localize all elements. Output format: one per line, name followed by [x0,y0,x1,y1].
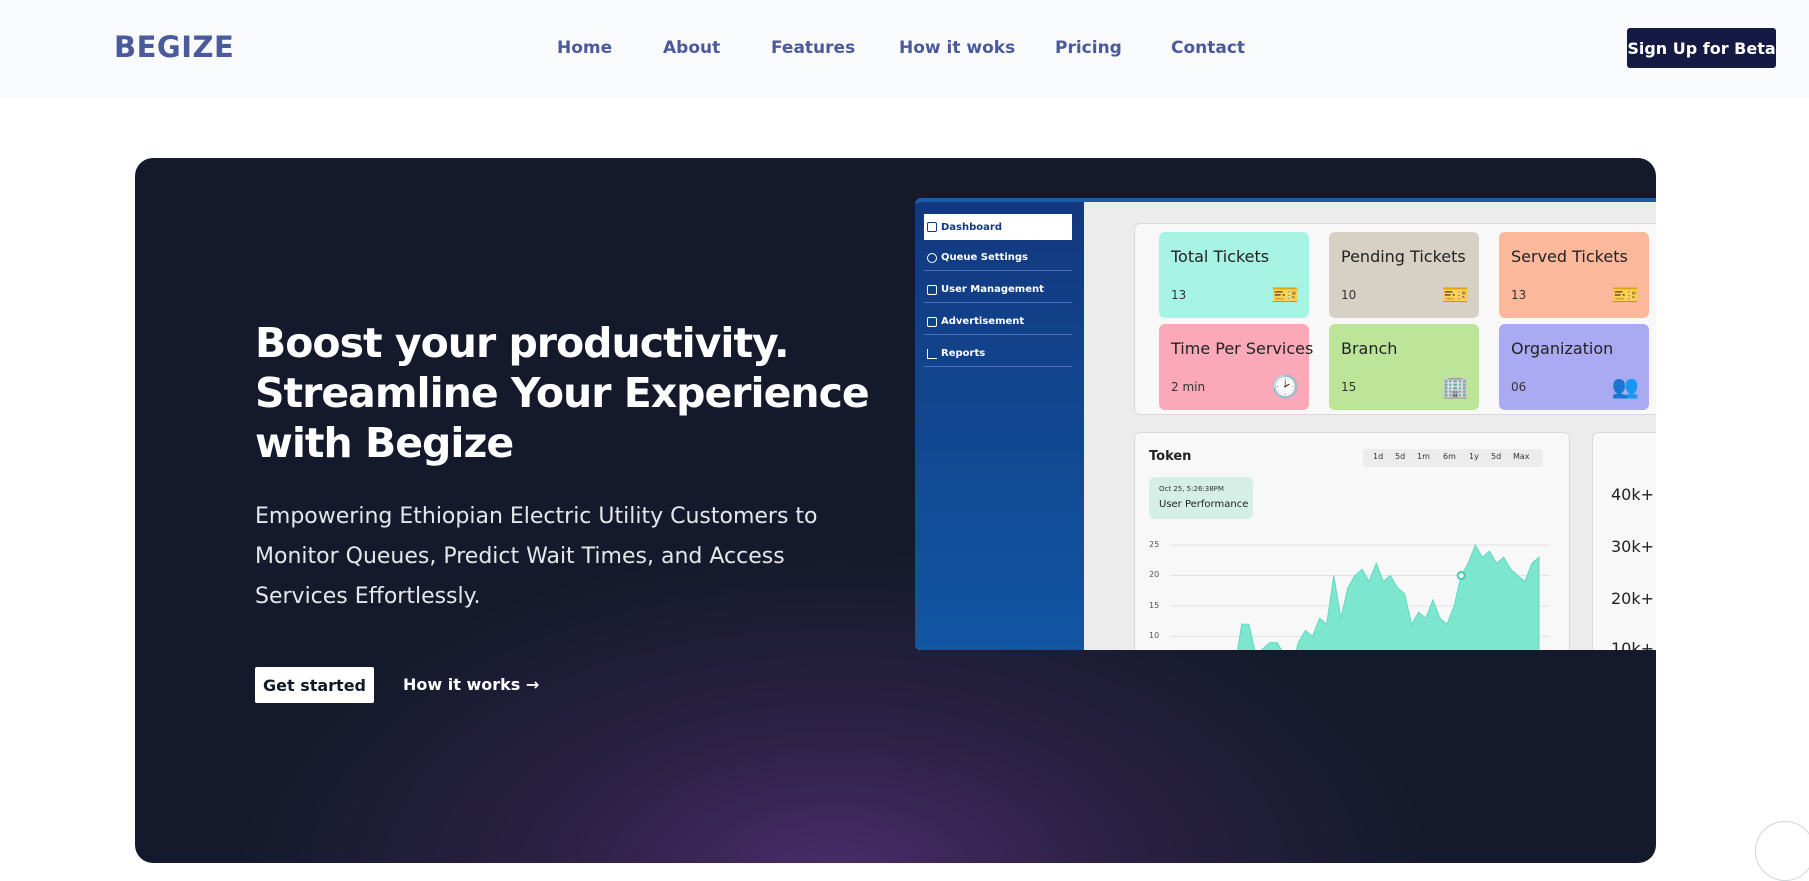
nav-how-it-works-link[interactable]: How it woks [899,38,1015,58]
sidebar-item-user-management: User Management [924,277,1072,303]
card-branch: Branch 15 🏢 [1329,324,1479,410]
headline-line: Streamline Your Experience [255,368,875,418]
dashboard-sidebar: Dashboard Queue Settings User Management… [915,202,1084,650]
hero-headline: Boost your productivity. Streamline Your… [255,318,875,468]
hero-section: Boost your productivity. Streamline Your… [135,158,1656,863]
sidebar-item-label: Advertisement [941,316,1024,327]
card-pending-tickets: Pending Tickets 10 🎫 [1329,232,1479,318]
sign-up-beta-button[interactable]: Sign Up for Beta [1627,28,1776,68]
card-value: 13 [1171,288,1186,302]
card-total-tickets: Total Tickets 13 🎫 [1159,232,1309,318]
hero-subtext: Empowering Ethiopian Electric Utility Cu… [255,497,795,617]
card-title: Time Per Services [1171,339,1297,358]
brand-logo[interactable]: BEGIZE [114,30,234,64]
nav-about-link[interactable]: About [663,38,720,58]
card-value: 06 [1511,380,1526,394]
token-area-series [1171,545,1539,650]
sidebar-item-label: Queue Settings [941,252,1028,263]
sidebar-item-label: Dashboard [941,222,1002,233]
dashboard-preview: Dashboard Queue Settings User Management… [915,198,1656,650]
decorative-arc [1755,821,1809,881]
highlight-point [1458,572,1465,579]
get-started-button[interactable]: Get started [255,667,374,703]
sidebar-item-advertisement: Advertisement [924,309,1072,335]
stat-label: 30k+ [1611,537,1654,556]
card-value: 10 [1341,288,1356,302]
card-value: 15 [1341,380,1356,394]
sidebar-item-queue-settings: Queue Settings [924,245,1072,271]
top-navigation: BEGIZE Home About Features How it woks P… [0,0,1809,98]
stat-cards-panel: Total Tickets 13 🎫 Pending Tickets 10 🎫 Serv… [1134,223,1656,415]
card-title: Served Tickets [1511,247,1637,266]
card-value: 2 min [1171,380,1205,394]
token-chart-panel: Token 1d 5d 1m 6m 1y 5d Max Oct 25, 5:26… [1134,432,1570,650]
how-it-works-link[interactable]: How it works → [403,675,539,694]
card-title: Branch [1341,339,1467,358]
ticket-icon: 🎫 [1612,283,1639,308]
settings-icon [927,253,937,263]
sidebar-item-label: Reports [941,348,985,359]
ticket-icon: 🎫 [1272,283,1299,308]
card-organization: Organization 06 👥 [1499,324,1649,410]
ticket-icon: 🎫 [1442,283,1469,308]
stat-label: 20k+ [1611,589,1654,608]
stat-label: 40k+ [1611,485,1654,504]
headline-line: with Begize [255,418,875,468]
card-value: 13 [1511,288,1526,302]
stats-panel: 40k+ 30k+ 20k+ 10k+ [1592,432,1656,650]
sidebar-item-dashboard: Dashboard [924,214,1072,240]
stat-label: 10k+ [1611,639,1654,650]
nav-pricing-link[interactable]: Pricing [1055,38,1122,58]
sidebar-item-reports: Reports [924,341,1072,367]
card-title: Total Tickets [1171,247,1297,266]
token-area-chart [1135,433,1570,650]
dashboard-icon [927,222,937,232]
card-time-per-services: Time Per Services 2 min 🕑 [1159,324,1309,410]
subtext-line: Empowering Ethiopian Electric Utility Cu… [255,497,795,537]
user-icon [927,285,937,295]
nav-contact-link[interactable]: Contact [1171,38,1245,58]
bar-chart-icon [927,349,937,359]
branch-icon: 🏢 [1442,375,1469,400]
nav-home-link[interactable]: Home [557,38,612,58]
headline-line: Boost your productivity. [255,318,875,368]
clock-icon: 🕑 [1272,375,1299,400]
people-icon: 👥 [1612,375,1639,400]
nav-features-link[interactable]: Features [771,38,855,58]
card-served-tickets: Served Tickets 13 🎫 [1499,232,1649,318]
image-icon [927,317,937,327]
subtext-line: Monitor Queues, Predict Wait Times, and … [255,537,795,577]
card-title: Organization [1511,339,1637,358]
card-title: Pending Tickets [1341,247,1467,266]
subtext-line: Services Effortlessly. [255,577,795,617]
sidebar-item-label: User Management [941,284,1044,295]
